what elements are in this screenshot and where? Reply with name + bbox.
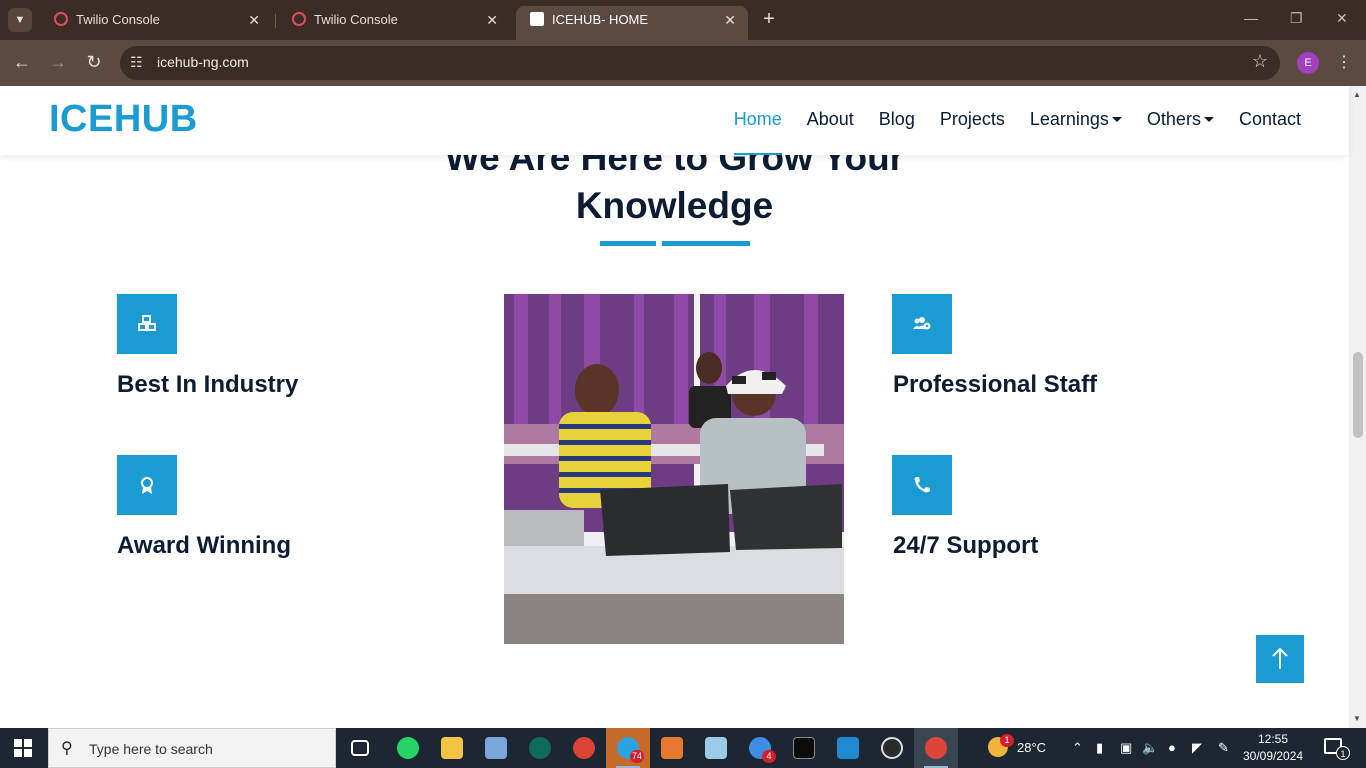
taskbar-search-box[interactable]: ⚲ Type here to search: [48, 728, 336, 768]
tab-icehub-home[interactable]: ICEHUB- HOME ✕: [516, 6, 748, 40]
chrome-profile-icon[interactable]: [914, 728, 958, 768]
close-tab-icon[interactable]: ✕: [248, 6, 260, 34]
task-view-icon[interactable]: [338, 728, 382, 768]
tab-title: ICEHUB- HOME: [552, 12, 649, 27]
feature-title-professional-staff: Professional Staff: [893, 371, 1098, 398]
scroll-up-arrow-icon[interactable]: ▲: [1353, 90, 1361, 99]
back-to-top-button[interactable]: [1256, 635, 1304, 683]
address-bar[interactable]: ☷ icehub-ng.com ☆: [120, 46, 1280, 80]
tab-separator: [275, 14, 276, 28]
caret-down-icon: [1111, 117, 1122, 122]
nav-others[interactable]: Others: [1147, 86, 1214, 155]
weather-badge: 1: [1000, 734, 1014, 747]
cubes-icon: [117, 294, 177, 354]
tab-twilio-console-1[interactable]: Twilio Console ✕: [40, 6, 272, 40]
app-icon[interactable]: [694, 728, 738, 768]
nav-menu: Home About Blog Projects Learnings Other…: [733, 86, 1301, 155]
nav-blog[interactable]: Blog: [879, 86, 915, 155]
nav-contact[interactable]: Contact: [1239, 86, 1301, 155]
nav-learnings[interactable]: Learnings: [1030, 86, 1122, 155]
feature-title-24-7-support: 24/7 Support: [893, 532, 1039, 559]
back-icon[interactable]: ←: [11, 52, 33, 73]
profile-avatar[interactable]: E: [1297, 52, 1319, 74]
nav-about[interactable]: About: [807, 86, 854, 155]
app-icon[interactable]: [650, 728, 694, 768]
obs-icon[interactable]: [870, 728, 914, 768]
section-heading-line2: Knowledge: [575, 185, 774, 226]
windows-taskbar: ⚲ Type here to search 74 4 1 28°C ⌃ ▮ ▣ …: [0, 728, 1366, 768]
browser-menu-icon[interactable]: ⋮: [1336, 52, 1352, 72]
close-tab-icon[interactable]: ✕: [486, 6, 498, 34]
show-hidden-icons-icon[interactable]: ⌃: [1072, 740, 1083, 756]
app-badge: 4: [762, 750, 776, 763]
notification-count: 1: [1336, 746, 1350, 760]
browser-tab-strip: ▼ Twilio Console ✕ Twilio Console ✕ ICEH…: [0, 0, 1366, 40]
telegram-icon[interactable]: 74: [606, 728, 650, 768]
web-page: ICEHUB Home About Blog Projects Learning…: [0, 86, 1366, 728]
scroll-down-arrow-icon[interactable]: ▼: [1353, 714, 1361, 723]
windows-start-icon[interactable]: [14, 739, 32, 757]
feature-title-best-in-industry: Best In Industry: [117, 371, 299, 398]
remote-desktop-icon[interactable]: [474, 728, 518, 768]
search-placeholder: Type here to search: [89, 741, 213, 757]
nav-projects[interactable]: Projects: [940, 86, 1005, 155]
app-icon[interactable]: 4: [738, 728, 782, 768]
terminal-icon[interactable]: [782, 728, 826, 768]
tab-search-button[interactable]: ▼: [8, 8, 32, 32]
whatsapp-icon[interactable]: [386, 728, 430, 768]
twilio-favicon-icon: [54, 12, 68, 26]
scrollbar-thumb[interactable]: [1353, 352, 1363, 438]
users-cog-icon: [892, 294, 952, 354]
tab-title: Twilio Console: [76, 12, 160, 27]
forward-icon[interactable]: →: [47, 52, 69, 73]
tab-twilio-console-2[interactable]: Twilio Console ✕: [278, 6, 510, 40]
arrow-up-icon: [1272, 647, 1288, 669]
browser-toolbar: ← → ↻ ☷ icehub-ng.com ☆ E ⋮: [0, 40, 1366, 86]
nav-home[interactable]: Home: [733, 86, 782, 155]
site-info-icon[interactable]: ☷: [130, 54, 143, 71]
vscode-icon[interactable]: [826, 728, 870, 768]
heading-divider: [600, 241, 656, 246]
pen-icon[interactable]: ✎: [1218, 740, 1229, 756]
heading-divider: [662, 241, 750, 246]
volume-icon[interactable]: 🔈: [1142, 740, 1158, 756]
clock-time: 12:55: [1257, 732, 1289, 746]
network-icon[interactable]: ◤: [1192, 740, 1202, 756]
temperature-text: 28°C: [1017, 740, 1047, 755]
microphone-icon[interactable]: ●: [1168, 740, 1176, 755]
icehub-favicon-icon: [530, 12, 544, 26]
telegram-badge: 74: [630, 750, 645, 763]
bookmark-star-icon[interactable]: ☆: [1252, 51, 1268, 72]
system-clock[interactable]: 12:55 30/09/2024: [1243, 731, 1303, 765]
award-icon: [117, 455, 177, 515]
url-text: icehub-ng.com: [157, 54, 249, 70]
tab-title: Twilio Console: [314, 12, 398, 27]
caret-down-icon: [1203, 117, 1214, 122]
phone-icon: [892, 455, 952, 515]
twilio-favicon-icon: [292, 12, 306, 26]
new-tab-icon[interactable]: +: [758, 8, 780, 30]
page-scrollbar[interactable]: ▲ ▼: [1349, 86, 1366, 728]
meet-now-icon[interactable]: ▣: [1120, 740, 1132, 756]
close-window-icon[interactable]: ✕: [1336, 10, 1348, 27]
battery-icon[interactable]: ▮: [1096, 740, 1103, 756]
reload-icon[interactable]: ↻: [83, 52, 105, 73]
site-navbar: ICEHUB Home About Blog Projects Learning…: [0, 86, 1349, 155]
app-icon[interactable]: [518, 728, 562, 768]
chrome-icon[interactable]: [562, 728, 606, 768]
students-photo: [504, 294, 844, 644]
notifications-icon[interactable]: 1: [1324, 738, 1350, 760]
search-icon: ⚲: [61, 740, 73, 757]
file-explorer-icon[interactable]: [430, 728, 474, 768]
site-logo[interactable]: ICEHUB: [49, 98, 198, 141]
feature-title-award-winning: Award Winning: [117, 532, 291, 559]
close-tab-icon[interactable]: ✕: [724, 6, 736, 34]
restore-icon[interactable]: ❐: [1290, 10, 1303, 27]
minimize-icon[interactable]: —: [1244, 10, 1258, 26]
clock-date: 30/09/2024: [1243, 749, 1304, 763]
